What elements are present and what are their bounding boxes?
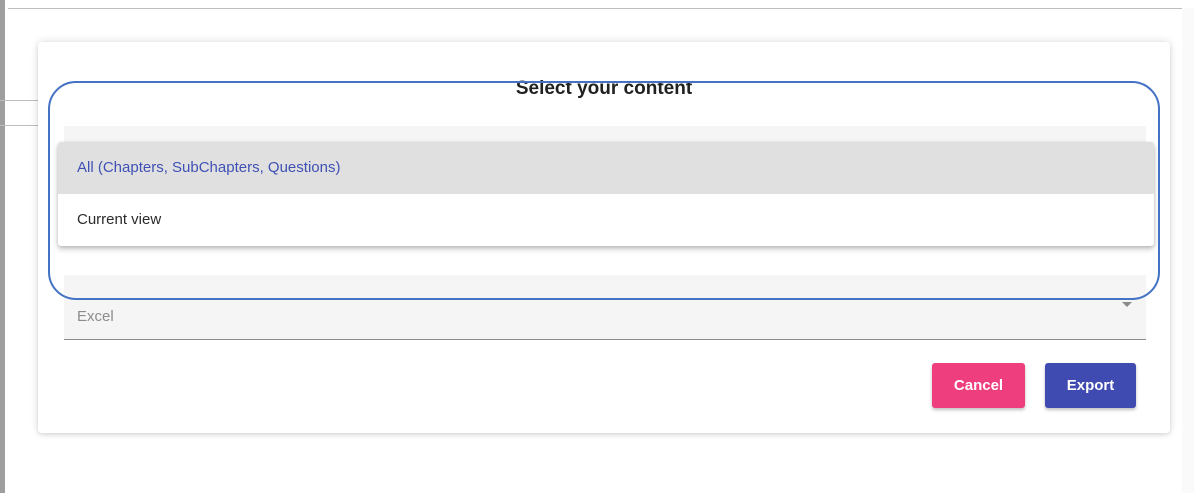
- dropdown-option-all[interactable]: All (Chapters, SubChapters, Questions): [58, 142, 1154, 194]
- format-select-value: Excel: [77, 308, 114, 325]
- background-divider: [0, 100, 40, 101]
- caret-down-icon[interactable]: [1122, 302, 1132, 307]
- background-left-edge: [0, 0, 5, 493]
- dialog-title: Select your content: [515, 78, 693, 99]
- format-select[interactable]: Excel: [64, 275, 1146, 340]
- dropdown-option-current-view[interactable]: Current view: [58, 194, 1154, 246]
- background-right-edge: [1182, 8, 1194, 493]
- background-divider: [0, 125, 40, 126]
- content-dropdown-menu: All (Chapters, SubChapters, Questions) C…: [58, 142, 1154, 246]
- page: Select your content Excel Cancel Export …: [0, 0, 1194, 493]
- background-divider: [8, 8, 1184, 9]
- export-button[interactable]: Export: [1045, 363, 1136, 408]
- cancel-button[interactable]: Cancel: [932, 363, 1025, 408]
